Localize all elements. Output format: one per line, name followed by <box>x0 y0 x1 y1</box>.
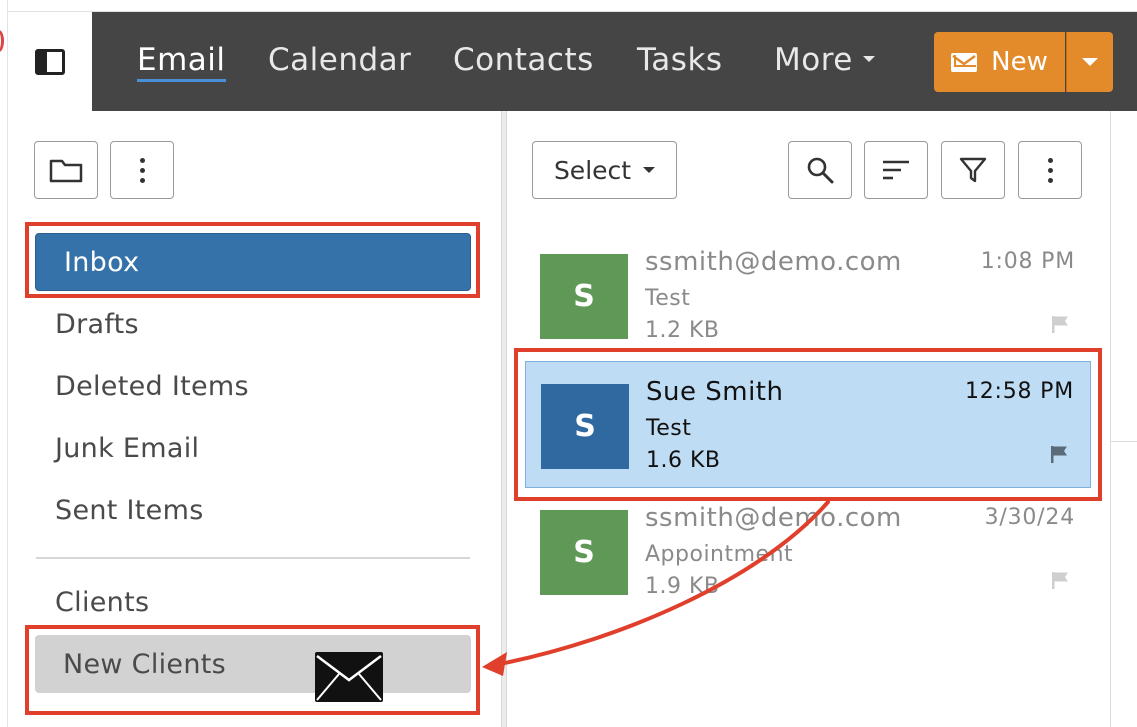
folder-inbox[interactable]: Inbox <box>35 233 471 291</box>
chevron-down-icon <box>643 167 656 173</box>
message-subject: Test <box>646 416 692 441</box>
message-time: 12:58 PM <box>964 379 1074 404</box>
message-subject: Appointment <box>645 542 794 567</box>
sort-button[interactable] <box>864 141 928 199</box>
folder-sent-items[interactable]: Sent Items <box>27 481 463 539</box>
search-icon <box>807 157 834 184</box>
envelope-icon <box>951 52 978 72</box>
folder-deleted-items[interactable]: Deleted Items <box>27 357 463 415</box>
more-vertical-icon <box>139 157 145 183</box>
select-label: Select <box>553 155 632 185</box>
flag-icon[interactable] <box>1051 571 1069 589</box>
avatar: S <box>540 510 628 595</box>
nav-tab-email[interactable]: Email <box>137 42 226 82</box>
folder-label: Drafts <box>55 308 139 340</box>
folder-menu-button[interactable] <box>34 141 98 199</box>
folder-label: Inbox <box>64 246 140 278</box>
new-message-button[interactable]: New <box>934 32 1065 92</box>
window-top-edge <box>0 0 1137 12</box>
sidebar-toggle-icon <box>35 48 65 75</box>
message-time: 3/30/24 <box>984 505 1075 530</box>
nav-more-label: More <box>774 42 853 78</box>
list-more-button[interactable] <box>1018 141 1082 199</box>
sidebar-toggle-button[interactable] <box>8 12 92 111</box>
reading-pane-edge <box>1111 111 1137 727</box>
chevron-down-icon <box>1082 58 1098 66</box>
message-sender: ssmith@demo.com <box>645 247 902 277</box>
folder-icon <box>49 159 83 183</box>
folder-drafts[interactable]: Drafts <box>27 295 463 353</box>
folder-label: Sent Items <box>55 494 204 526</box>
folder-label: Junk Email <box>55 432 200 464</box>
avatar: S <box>541 384 629 469</box>
folder-label: Clients <box>55 586 150 618</box>
nav-tab-more[interactable]: More <box>774 42 875 78</box>
folder-label: New Clients <box>63 648 227 680</box>
nav-tab-calendar[interactable]: Calendar <box>268 42 411 78</box>
message-row-selected[interactable]: S Sue Smith Test 1.6 KB 12:58 PM <box>525 361 1091 488</box>
avatar: S <box>540 254 628 339</box>
new-button-label: New <box>991 47 1048 77</box>
message-row[interactable]: S ssmith@demo.com Test 1.2 KB 1:08 PM <box>525 232 1091 359</box>
left-edge-strip <box>0 0 8 727</box>
filter-button[interactable] <box>941 141 1005 199</box>
message-subject: Test <box>645 286 691 311</box>
new-dropdown-button[interactable] <box>1066 32 1113 92</box>
folder-clients[interactable]: Clients <box>27 573 463 631</box>
message-sender: Sue Smith <box>646 377 784 407</box>
folder-more-button[interactable] <box>110 141 174 199</box>
filter-icon <box>959 157 987 183</box>
message-size: 1.6 KB <box>646 448 721 473</box>
message-size: 1.9 KB <box>645 574 720 599</box>
folder-label: Deleted Items <box>55 370 249 402</box>
sort-icon <box>883 160 909 180</box>
message-row[interactable]: S ssmith@demo.com Appointment 1.9 KB 3/3… <box>525 488 1091 615</box>
message-sender: ssmith@demo.com <box>645 503 902 533</box>
message-time: 1:08 PM <box>980 249 1075 274</box>
message-size: 1.2 KB <box>645 318 720 343</box>
nav-tab-tasks[interactable]: Tasks <box>637 42 723 78</box>
flag-icon[interactable] <box>1051 315 1069 333</box>
search-button[interactable] <box>788 141 852 199</box>
folder-new-clients[interactable]: New Clients <box>35 635 471 693</box>
more-vertical-icon <box>1047 157 1053 183</box>
select-dropdown-button[interactable]: Select <box>532 141 677 199</box>
folder-separator <box>36 557 470 559</box>
nav-tab-contacts[interactable]: Contacts <box>453 42 594 78</box>
flag-icon[interactable] <box>1050 445 1068 463</box>
folder-junk-email[interactable]: Junk Email <box>27 419 463 477</box>
top-navbar: Email Calendar Contacts Tasks More New <box>92 12 1137 111</box>
chevron-down-icon <box>862 55 875 62</box>
envelope-icon <box>315 652 383 702</box>
